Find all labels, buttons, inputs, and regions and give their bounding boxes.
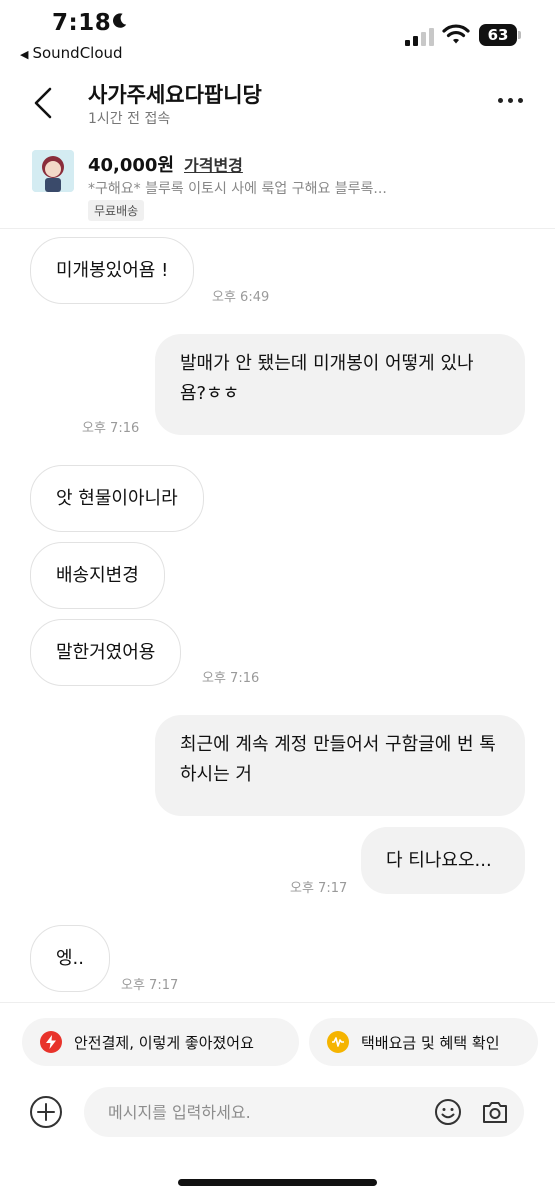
signal-icon bbox=[405, 26, 434, 46]
battery-icon: 63 bbox=[479, 24, 517, 46]
message-time: 오후 6:49 bbox=[212, 290, 270, 305]
shipping-fee-chip[interactable]: 택배요금 및 혜택 확인 bbox=[309, 1018, 538, 1066]
product-description[interactable]: *구해요* 블루록 이토시 사에 룩업 구해요 블루록... bbox=[88, 178, 387, 198]
message-time: 오후 7:16 bbox=[202, 671, 260, 686]
message-time: 오후 7:17 bbox=[121, 978, 179, 993]
message-time: 오후 7:17 bbox=[290, 881, 348, 896]
message-bubble-sent: 다 티나요오... bbox=[361, 827, 525, 894]
message-time: 오후 7:16 bbox=[82, 421, 140, 436]
moon-icon bbox=[113, 13, 127, 28]
plus-icon[interactable] bbox=[29, 1095, 63, 1129]
back-app-label: SoundCloud bbox=[32, 44, 123, 62]
message-bubble-received: 미개봉있어욤 ! bbox=[30, 237, 195, 304]
emoji-icon[interactable] bbox=[434, 1098, 462, 1126]
message-bubble-received: 엥.. bbox=[30, 925, 111, 992]
home-indicator bbox=[178, 1179, 377, 1186]
wifi-icon bbox=[442, 24, 470, 44]
message-bubble-sent: 발매가 안 됐는데 미개봉이 어떻게 있나 욤?ㅎㅎ bbox=[155, 334, 525, 435]
last-seen: 1시간 전 접속 bbox=[88, 111, 171, 127]
product-thumbnail[interactable] bbox=[32, 150, 74, 192]
battery-tip bbox=[518, 31, 521, 39]
chat-partner-name: 사가주세요다팝니당 bbox=[88, 83, 262, 107]
waveform-icon bbox=[327, 1031, 349, 1053]
shipping-badge: 무료배송 bbox=[88, 200, 145, 221]
back-triangle-icon: ◀ bbox=[20, 48, 29, 61]
safe-payment-label: 안전결제, 이렇게 좋아졌어요 bbox=[74, 1033, 254, 1052]
message-bubble-sent: 최근에 계속 계정 만들어서 구함글에 번 톡하시는 거 bbox=[155, 715, 525, 816]
divider bbox=[0, 1002, 555, 1003]
camera-icon[interactable] bbox=[481, 1098, 509, 1126]
divider bbox=[0, 228, 555, 229]
status-time: 7:18 bbox=[52, 10, 112, 36]
message-bubble-received: 말한거였어용 bbox=[30, 619, 182, 686]
price-change-link[interactable]: 가격변경 bbox=[184, 152, 243, 176]
more-icon[interactable] bbox=[498, 98, 523, 103]
safe-payment-chip[interactable]: 안전결제, 이렇게 좋아졌어요 bbox=[22, 1018, 299, 1066]
back-chevron-icon[interactable] bbox=[30, 86, 56, 120]
shipping-fee-label: 택배요금 및 혜택 확인 bbox=[361, 1033, 500, 1052]
lightning-icon bbox=[40, 1031, 62, 1053]
message-bubble-received: 배송지변경 bbox=[30, 542, 165, 609]
character-image bbox=[32, 150, 74, 192]
product-price: 40,000원 bbox=[88, 155, 175, 176]
back-to-soundcloud[interactable]: ◀ SoundCloud bbox=[20, 44, 123, 62]
message-bubble-received: 앗 현물이아니라 bbox=[30, 465, 204, 532]
